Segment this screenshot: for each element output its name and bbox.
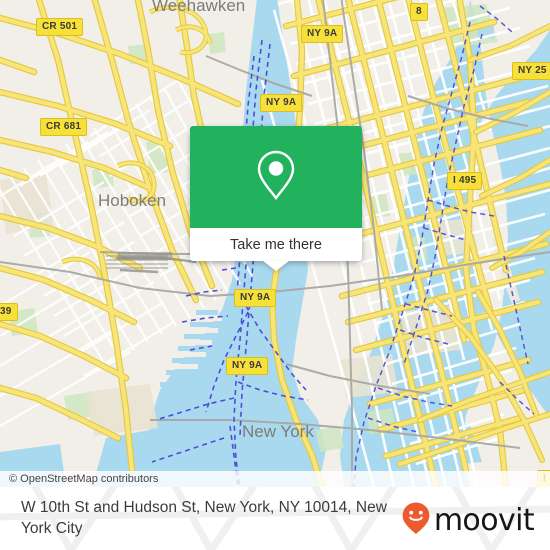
popup-card-footer[interactable]: Take me there (190, 228, 362, 271)
osm-attribution[interactable]: © OpenStreetMap contributors (0, 471, 550, 487)
take-me-there-label: Take me there (230, 236, 322, 253)
place-label-new-york: New York (242, 422, 314, 441)
footer-content: W 10th St and Hudson St, New York, NY 10… (0, 487, 550, 550)
popup-card-header (190, 126, 362, 228)
address-text: W 10th St and Hudson St, New York, NY 10… (21, 499, 387, 537)
route-shield-ny-25: NY 25 (512, 62, 550, 80)
route-shield-8: 8 (410, 3, 428, 21)
place-label-weehawken: Weehawken (152, 0, 246, 15)
route-shield-i-495: I 495 (447, 172, 483, 190)
moovit-logo[interactable]: moovit (401, 501, 535, 540)
footer-bar: W 10th St and Hudson St, New York, NY 10… (0, 487, 550, 550)
route-shield-ny-9a-lower: NY 9A (226, 357, 269, 375)
route-shield-ny-9a-upper: NY 9A (260, 94, 303, 112)
location-popup-card[interactable]: Take me there (190, 126, 362, 271)
route-shield-cr-681: CR 681 (40, 118, 88, 136)
route-shield-ny-9a-mid: NY 9A (234, 289, 277, 307)
screenshot-root: Weehawken Hoboken New York CR 501 CR 681… (0, 0, 550, 550)
moovit-smiley-pin-icon (401, 501, 431, 540)
route-shield-ny-9a-north: NY 9A (301, 25, 344, 43)
route-shield-cr-501: CR 501 (36, 18, 84, 36)
route-shield-39-clipped: 39 (0, 303, 18, 321)
map-canvas[interactable]: Weehawken Hoboken New York CR 501 CR 681… (0, 0, 550, 487)
location-pin-icon (256, 149, 296, 206)
popup-tail-pointer (263, 261, 289, 271)
moovit-wordmark: moovit (433, 502, 535, 538)
place-label-hoboken: Hoboken (98, 191, 167, 210)
